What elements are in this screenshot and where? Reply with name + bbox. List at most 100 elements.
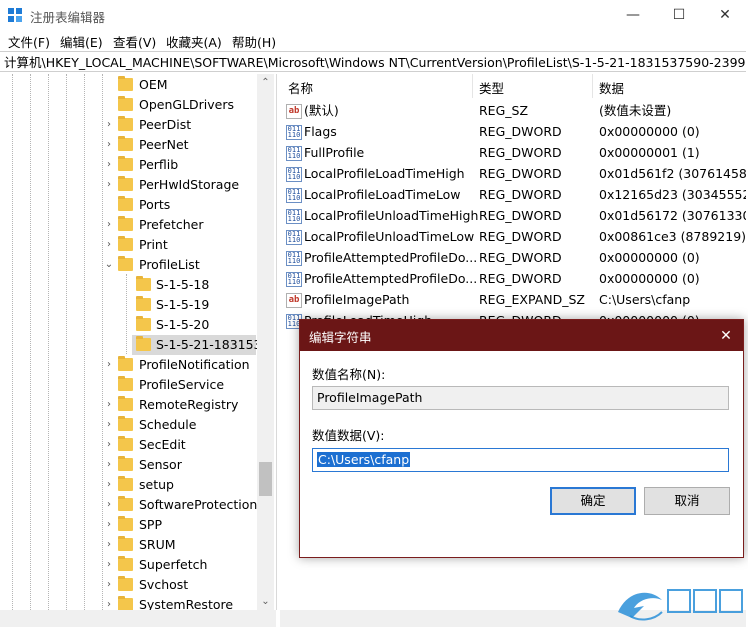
tree-item[interactable]: OpenGLDrivers: [0, 95, 256, 115]
value-row[interactable]: ab (默认) REG_SZ (数值未设置): [280, 100, 746, 121]
column-type[interactable]: 类型: [479, 78, 504, 97]
tree-item[interactable]: › Schedule: [0, 415, 256, 435]
menu-file[interactable]: 文件(F): [8, 32, 50, 51]
folder-icon: [118, 116, 133, 131]
tree-item[interactable]: S-1-5-18: [132, 275, 256, 295]
column-divider[interactable]: [592, 74, 593, 98]
expander-icon[interactable]: ›: [104, 395, 114, 415]
folder-icon: [118, 76, 133, 91]
expander-icon[interactable]: ›: [104, 155, 114, 175]
expander-icon[interactable]: ›: [104, 435, 114, 455]
expander-icon[interactable]: ›: [104, 495, 114, 515]
tree-item[interactable]: › PeerDist: [0, 115, 256, 135]
menu-favorites[interactable]: 收藏夹(A): [166, 32, 222, 51]
value-type: REG_SZ: [479, 103, 529, 118]
expander-icon[interactable]: ›: [104, 215, 114, 235]
tree-item[interactable]: ⌄ ProfileList: [0, 255, 256, 275]
value-row[interactable]: 011 110 ProfileAttemptedProfileDo... REG_DW…: [280, 268, 746, 289]
value-data-input[interactable]: C:\Users\cfanp: [312, 448, 729, 472]
tree-item[interactable]: › PeerNet: [0, 135, 256, 155]
tree-item[interactable]: S-1-5-21-1831537: [132, 335, 269, 355]
value-row[interactable]: 011 110 LocalProfileUnloadTimeHigh REG_DWOR…: [280, 205, 746, 226]
tree-item-label: Print: [139, 237, 168, 252]
binary-value-icon: 011 110: [286, 272, 302, 287]
scroll-up-arrow-icon[interactable]: ⌃: [257, 74, 274, 91]
maximize-button[interactable]: ☐: [656, 0, 702, 30]
tree-item[interactable]: › SRUM: [0, 535, 256, 555]
cancel-button[interactable]: 取消: [644, 487, 730, 515]
tree-item[interactable]: › PerHwIdStorage: [0, 175, 256, 195]
expander-icon[interactable]: ›: [104, 595, 114, 610]
tree-item[interactable]: › Perflib: [0, 155, 256, 175]
menu-help[interactable]: 帮助(H): [232, 32, 276, 51]
expander-icon[interactable]: ›: [104, 175, 114, 195]
value-row[interactable]: 011 110 LocalProfileLoadTimeLow REG_DWORD 0x…: [280, 184, 746, 205]
tree-item[interactable]: S-1-5-20: [132, 315, 256, 335]
tree-item[interactable]: › Svchost: [0, 575, 256, 595]
column-data[interactable]: 数据: [599, 78, 624, 97]
tree-item[interactable]: › Sensor: [0, 455, 256, 475]
expander-icon[interactable]: ›: [104, 455, 114, 475]
folder-icon: [118, 416, 133, 431]
value-data: 0x00000000 (0): [599, 124, 700, 139]
value-row[interactable]: 011 110 LocalProfileLoadTimeHigh REG_DWORD 0…: [280, 163, 746, 184]
tree-horizontal-scrollbar[interactable]: [0, 610, 276, 627]
scroll-down-arrow-icon[interactable]: ⌄: [257, 593, 274, 610]
tree-item[interactable]: › SPP: [0, 515, 256, 535]
ok-button[interactable]: 确定: [550, 487, 636, 515]
menu-view[interactable]: 查看(V): [113, 32, 156, 51]
value-row[interactable]: 011 110 FullProfile REG_DWORD 0x00000001 (1): [280, 142, 746, 163]
value-type: REG_DWORD: [479, 145, 562, 160]
tree-item[interactable]: › Print: [0, 235, 256, 255]
column-name[interactable]: 名称: [288, 78, 313, 97]
value-name: LocalProfileLoadTimeHigh: [304, 166, 465, 181]
tree-item[interactable]: ProfileService: [0, 375, 256, 395]
folder-icon: [118, 456, 133, 471]
value-data: (数值未设置): [599, 103, 672, 118]
value-type: REG_DWORD: [479, 271, 562, 286]
close-button[interactable]: ✕: [702, 0, 748, 30]
column-divider[interactable]: [472, 74, 473, 98]
tree-scroll-thumb[interactable]: [259, 462, 272, 496]
dialog-close-icon[interactable]: ✕: [709, 320, 743, 351]
tree-item[interactable]: › SystemRestore: [0, 595, 256, 610]
tree-scrollbar[interactable]: ⌃ ⌄: [257, 74, 274, 610]
list-header: 名称 类型 数据: [280, 74, 746, 98]
tree-item[interactable]: › Prefetcher: [0, 215, 256, 235]
menu-edit[interactable]: 编辑(E): [60, 32, 103, 51]
tree-item[interactable]: › SecEdit: [0, 435, 256, 455]
expander-icon[interactable]: ›: [104, 475, 114, 495]
tree-item[interactable]: Ports: [0, 195, 256, 215]
address-bar[interactable]: 计算机\HKEY_LOCAL_MACHINE\SOFTWARE\Microsof…: [0, 51, 746, 72]
tree-item[interactable]: › ProfileNotification: [0, 355, 256, 375]
value-row[interactable]: ab ProfileImagePath REG_EXPAND_SZ C:\Users\…: [280, 289, 746, 310]
tree-item-label: PeerDist: [139, 117, 192, 132]
expander-icon[interactable]: ›: [104, 355, 114, 375]
tree-item[interactable]: › Superfetch: [0, 555, 256, 575]
tree-item-label: ProfileService: [139, 377, 225, 392]
edit-string-dialog: 编辑字符串 ✕ 数值名称(N): ProfileImagePath 数值数据(V…: [299, 319, 744, 558]
expander-icon[interactable]: ⌄: [104, 255, 114, 275]
tree-item[interactable]: › setup: [0, 475, 256, 495]
minimize-button[interactable]: —: [610, 0, 656, 30]
expander-icon[interactable]: ›: [104, 415, 114, 435]
value-row[interactable]: 011 110 LocalProfileUnloadTimeLow REG_DWORD…: [280, 226, 746, 247]
tree-item[interactable]: › RemoteRegistry: [0, 395, 256, 415]
tree-item[interactable]: OEM: [0, 75, 256, 95]
expander-icon[interactable]: ›: [104, 135, 114, 155]
tree-item[interactable]: S-1-5-19: [132, 295, 256, 315]
expander-icon[interactable]: ›: [104, 535, 114, 555]
value-row[interactable]: 011 110 ProfileAttemptedProfileDo... REG_DW…: [280, 247, 746, 268]
tree-item-label: S-1-5-18: [156, 277, 210, 292]
expander-icon[interactable]: ›: [104, 235, 114, 255]
tree-item[interactable]: › SoftwareProtectionP: [0, 495, 265, 515]
expander-icon[interactable]: ›: [104, 115, 114, 135]
expander-icon[interactable]: ›: [104, 515, 114, 535]
value-row[interactable]: 011 110 Flags REG_DWORD 0x00000000 (0): [280, 121, 746, 142]
expander-icon[interactable]: ›: [104, 555, 114, 575]
value-name-field: ProfileImagePath: [312, 386, 729, 410]
expander-icon[interactable]: ›: [104, 575, 114, 595]
value-name: FullProfile: [304, 145, 365, 160]
value-data: 0x01d56172 (30761330): [599, 208, 746, 223]
tree-item-label: Perflib: [139, 157, 179, 172]
